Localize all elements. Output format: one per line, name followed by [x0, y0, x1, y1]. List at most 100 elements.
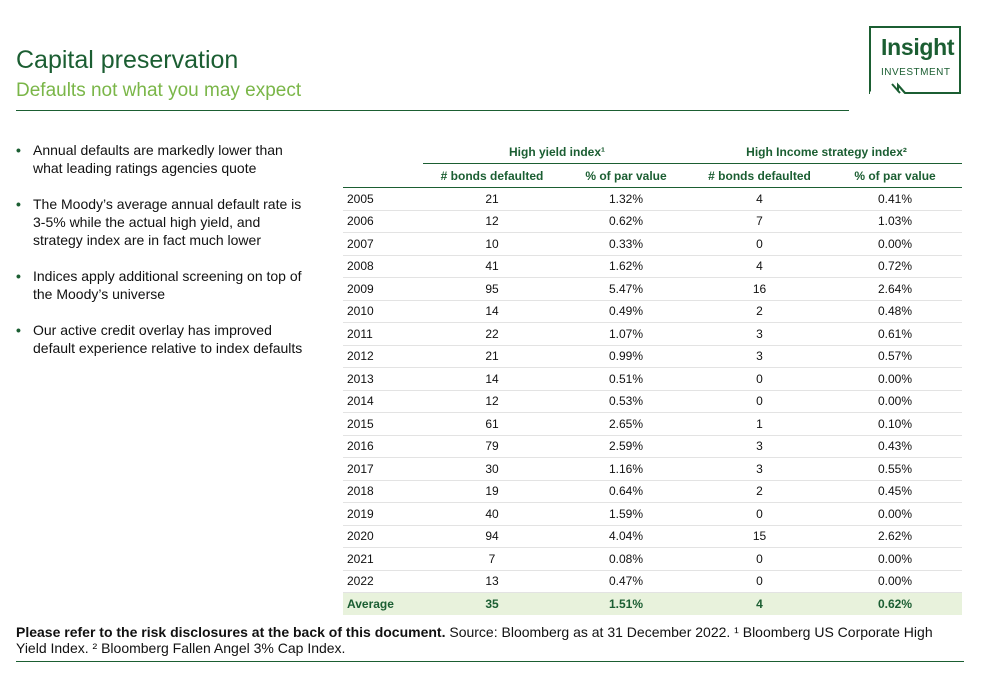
- year-cell: 2012: [343, 345, 423, 368]
- footer-divider: [16, 661, 964, 662]
- value-cell: 0.00%: [828, 390, 963, 413]
- value-cell: 0.57%: [828, 345, 963, 368]
- title-divider: [16, 110, 849, 111]
- table-row: 2021 7 0.08% 0 0.00%: [343, 547, 963, 571]
- table-row: 2017 30 1.16% 3 0.55%: [343, 457, 963, 481]
- value-cell: 21: [423, 345, 561, 368]
- value-cell: 1.59%: [561, 502, 692, 526]
- value-cell: 1.03%: [828, 210, 963, 233]
- table-body: 2005 21 1.32% 4 0.41% 2006 12 0.62% 7 1.03% 2007 10…: [343, 187, 963, 615]
- value-cell: 0.00%: [828, 502, 963, 526]
- table-row: 2006 12 0.62% 7 1.03%: [343, 210, 963, 233]
- value-cell: 0.00%: [828, 232, 963, 256]
- value-cell: 15: [691, 525, 829, 548]
- value-cell: 0.62%: [561, 210, 692, 233]
- value-cell: 0.48%: [828, 300, 963, 323]
- value-cell: 0.55%: [828, 457, 963, 481]
- bullet-text: The Moody’s average annual default rate …: [33, 196, 302, 248]
- bullet-dot-icon: •: [16, 322, 21, 338]
- value-cell: 0.41%: [828, 187, 963, 211]
- value-cell: 0: [691, 390, 829, 413]
- bullet-text: Indices apply additional screening on to…: [33, 268, 302, 302]
- group-header-high-yield: High yield index¹: [423, 141, 692, 164]
- table-row: 2008 41 1.62% 4 0.72%: [343, 255, 963, 278]
- year-cell: 2009: [343, 277, 423, 301]
- table-row: 2007 10 0.33% 0 0.00%: [343, 232, 963, 256]
- page-title: Capital preservation: [16, 46, 239, 74]
- value-cell: 0: [691, 367, 829, 391]
- value-cell: 2.59%: [561, 435, 692, 458]
- value-cell: 10: [423, 232, 561, 256]
- value-cell: 12: [423, 390, 561, 413]
- bullet-dot-icon: •: [16, 196, 21, 212]
- value-cell: 7: [691, 210, 829, 233]
- value-cell: 79: [423, 435, 561, 458]
- year-cell: 2013: [343, 367, 423, 391]
- table-row: 2012 21 0.99% 3 0.57%: [343, 345, 963, 368]
- value-cell: 0.61%: [828, 322, 963, 346]
- table-row: 2005 21 1.32% 4 0.41%: [343, 187, 963, 211]
- group-header-high-income: High Income strategy index²: [691, 141, 963, 164]
- value-cell: 0: [691, 232, 829, 256]
- year-cell: 2011: [343, 322, 423, 346]
- bullet-item: • Annual defaults are markedly lower than…: [16, 141, 306, 177]
- risk-disclosure-note: Please refer to the risk disclosures at …: [16, 624, 446, 640]
- table-row: 2020 94 4.04% 15 2.62%: [343, 525, 963, 548]
- value-cell: 1.16%: [561, 457, 692, 481]
- key-points-list: • Annual defaults are markedly lower than…: [16, 141, 306, 375]
- year-cell: 2008: [343, 255, 423, 278]
- bullet-item: • Indices apply additional screening on t…: [16, 267, 306, 303]
- year-cell: 2018: [343, 480, 423, 503]
- value-cell: 40: [423, 502, 561, 526]
- table-row: 2015 61 2.65% 1 0.10%: [343, 412, 963, 436]
- value-cell: 0.53%: [561, 390, 692, 413]
- table-row: 2019 40 1.59% 0 0.00%: [343, 502, 963, 526]
- value-cell: 2.65%: [561, 412, 692, 436]
- value-cell: 0.99%: [561, 345, 692, 368]
- value-cell: 95: [423, 277, 561, 301]
- value-cell: 1.62%: [561, 255, 692, 278]
- value-cell: 0: [691, 570, 829, 593]
- value-cell: 0.51%: [561, 367, 692, 391]
- year-cell: 2015: [343, 412, 423, 436]
- column-header: % of par value: [828, 163, 963, 188]
- table-row: 2013 14 0.51% 0 0.00%: [343, 367, 963, 391]
- value-cell: 0: [691, 547, 829, 571]
- value-cell: 4: [691, 187, 829, 211]
- value-cell: 4.04%: [561, 525, 692, 548]
- value-cell: 0.62%: [828, 592, 963, 615]
- value-cell: 21: [423, 187, 561, 211]
- value-cell: 1.32%: [561, 187, 692, 211]
- defaults-table: High yield index¹ High Income strategy i…: [343, 141, 963, 615]
- value-cell: 61: [423, 412, 561, 436]
- column-header-year: [343, 163, 423, 188]
- value-cell: 94: [423, 525, 561, 548]
- value-cell: 12: [423, 210, 561, 233]
- value-cell: 0.49%: [561, 300, 692, 323]
- column-header: # bonds defaulted: [691, 163, 829, 188]
- year-cell: 2017: [343, 457, 423, 481]
- row-label: Average: [343, 592, 423, 615]
- column-header: # bonds defaulted: [423, 163, 561, 188]
- value-cell: 5.47%: [561, 277, 692, 301]
- table-row: 2009 95 5.47% 16 2.64%: [343, 277, 963, 301]
- value-cell: 4: [691, 592, 829, 615]
- value-cell: 14: [423, 300, 561, 323]
- table-corner: [343, 141, 423, 164]
- value-cell: 35: [423, 592, 561, 615]
- table-row: 2022 13 0.47% 0 0.00%: [343, 570, 963, 593]
- value-cell: 0.33%: [561, 232, 692, 256]
- year-cell: 2005: [343, 187, 423, 211]
- table-row: 2010 14 0.49% 2 0.48%: [343, 300, 963, 323]
- footnote: Please refer to the risk disclosures at …: [16, 624, 946, 656]
- value-cell: 41: [423, 255, 561, 278]
- value-cell: 2: [691, 300, 829, 323]
- table-row: 2016 79 2.59% 3 0.43%: [343, 435, 963, 458]
- value-cell: 30: [423, 457, 561, 481]
- value-cell: 2: [691, 480, 829, 503]
- table-row: 2014 12 0.53% 0 0.00%: [343, 390, 963, 413]
- value-cell: 2.64%: [828, 277, 963, 301]
- logo-wordmark: Insight: [881, 34, 955, 60]
- year-cell: 2010: [343, 300, 423, 323]
- bullet-item: • The Moody’s average annual default rate…: [16, 195, 306, 249]
